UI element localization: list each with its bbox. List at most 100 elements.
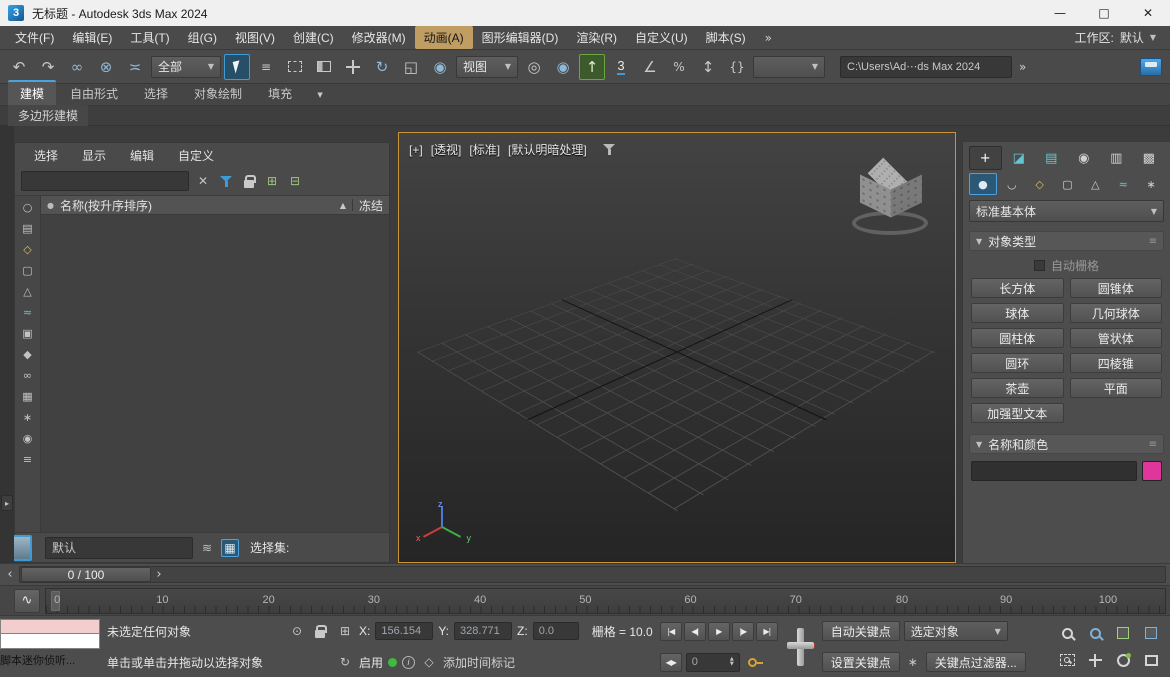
zoom-region-button[interactable] xyxy=(1054,648,1080,673)
zoom-button[interactable] xyxy=(1054,621,1080,646)
y-coordinate-field[interactable]: 328.771 xyxy=(454,622,513,640)
macro-recorder-line[interactable] xyxy=(0,619,100,634)
set-key-button[interactable]: 设置关键点 xyxy=(821,652,900,672)
rectangular-selection-region-button[interactable] xyxy=(282,54,308,80)
tab-hierarchy[interactable]: ▤ xyxy=(1036,146,1067,170)
menu-animation[interactable]: 动画(A) xyxy=(414,26,473,49)
angle-snap-toggle[interactable]: ∠ xyxy=(637,54,663,80)
pan-view-button[interactable] xyxy=(1082,648,1108,673)
sort-ascending-icon[interactable]: ▲ xyxy=(340,201,346,210)
tab-display[interactable]: ▥ xyxy=(1101,146,1132,170)
selection-lock-icon[interactable] xyxy=(311,622,329,640)
select-and-move-button[interactable] xyxy=(340,54,366,80)
undo-button[interactable]: ↶ xyxy=(6,54,32,80)
sub-systems[interactable]: ∗ xyxy=(1138,173,1164,195)
time-slider-track[interactable]: 0 / 100 › xyxy=(19,566,1166,583)
use-pivot-point-center-button[interactable]: ◎ xyxy=(521,54,547,80)
explorer-menu-customize[interactable]: 自定义 xyxy=(167,145,225,166)
perspective-viewport[interactable]: [+] [透视] [标准] [默认明暗处理] z x y xyxy=(398,132,956,563)
search-input[interactable] xyxy=(21,171,189,191)
menu-edit[interactable]: 编辑(E) xyxy=(63,26,121,49)
layer-explorer-icon[interactable]: ≋ xyxy=(198,539,216,557)
ribbon-tab-populate[interactable]: 填充 xyxy=(256,82,304,105)
transform-typein-toggle-icon[interactable]: ⊞ xyxy=(336,622,354,640)
rollout-name-color[interactable]: ▼ 名称和颜色 ≡ xyxy=(969,434,1164,454)
save-workspace-button[interactable] xyxy=(1138,54,1164,80)
sub-helpers[interactable]: △ xyxy=(1082,173,1108,195)
object-type-geosphere[interactable]: 几何球体 xyxy=(1069,303,1162,323)
play-animation-button[interactable]: ▶ xyxy=(707,621,730,641)
info-icon[interactable]: i xyxy=(402,655,416,669)
zoom-extents-all-button[interactable] xyxy=(1138,621,1164,646)
next-frame-button[interactable]: |▶ xyxy=(731,621,754,641)
explorer-preset-combo[interactable]: 默认 xyxy=(45,536,193,559)
selection-key-combo[interactable]: 选定对象 ▼ xyxy=(903,621,1008,641)
menu-views[interactable]: 视图(V) xyxy=(226,26,284,49)
name-column-header[interactable]: 名称(按升序排序) xyxy=(60,197,152,214)
primitive-category-dropdown[interactable]: 标准基本体 ▼ xyxy=(969,200,1164,222)
go-to-end-button[interactable]: ▶| xyxy=(755,621,778,641)
named-selection-sets-dropdown[interactable]: ▼ xyxy=(753,55,825,78)
object-type-torus[interactable]: 圆环 xyxy=(971,353,1064,373)
per-view-filter-icon[interactable] xyxy=(602,143,616,156)
viewport-standard-menu[interactable]: [标准] xyxy=(469,141,500,158)
select-link-button[interactable]: ∞ xyxy=(64,54,90,80)
window-crossing-toggle[interactable] xyxy=(311,54,337,80)
edit-named-selection-sets-button[interactable]: {} xyxy=(724,54,750,80)
previous-frame-button[interactable]: ◀| xyxy=(683,621,706,641)
track-bar-ruler[interactable]: 0 10 20 30 40 50 60 70 80 90 100 xyxy=(45,587,1166,614)
explorer-menu-select[interactable]: 选择 xyxy=(23,145,69,166)
filter-button[interactable] xyxy=(217,172,235,190)
isolate-selection-icon[interactable]: ⊙ xyxy=(288,622,306,640)
menu-create[interactable]: 创建(C) xyxy=(284,26,343,49)
menu-customize[interactable]: 自定义(U) xyxy=(626,26,697,49)
adaptive-degradation-icon[interactable]: ↻ xyxy=(336,653,354,671)
zoom-extents-button[interactable] xyxy=(1110,621,1136,646)
tab-motion[interactable]: ◉ xyxy=(1069,146,1100,170)
filter-bones-icon[interactable]: ∞ xyxy=(19,367,37,384)
clear-search-button[interactable]: ✕ xyxy=(194,172,212,190)
ribbon-tab-object-paint[interactable]: 对象绘制 xyxy=(182,82,254,105)
explorer-menu-edit[interactable]: 编辑 xyxy=(119,145,165,166)
keyboard-shortcut-override-toggle[interactable]: ↑ xyxy=(579,53,605,80)
filter-materials-icon[interactable]: ≡ xyxy=(19,451,37,468)
bind-to-space-warp-button[interactable]: ≍ xyxy=(122,54,148,80)
select-object-button[interactable] xyxy=(224,53,250,80)
filter-display-all-icon[interactable]: ○ xyxy=(19,199,37,216)
filter-groups-icon[interactable]: ▣ xyxy=(19,325,37,342)
spinner-snap-toggle[interactable]: ↕ xyxy=(695,54,721,80)
select-and-scale-button[interactable]: ◱ xyxy=(398,54,424,80)
key-mode-toggle[interactable]: ◀▶ xyxy=(659,652,682,672)
unlink-selection-button[interactable]: ⊗ xyxy=(93,54,119,80)
ribbon-options-button[interactable]: ▼ xyxy=(310,87,330,103)
column-divider[interactable] xyxy=(351,199,353,211)
filter-lights-icon[interactable]: ◇ xyxy=(19,241,37,258)
rollout-object-type[interactable]: ▼ 对象类型 ≡ xyxy=(969,231,1164,251)
key-icon-button[interactable] xyxy=(744,653,764,671)
ribbon-panel-polygon-modeling[interactable]: 多边形建模 xyxy=(8,105,89,126)
tab-create[interactable]: + xyxy=(969,146,1002,170)
maximize-button[interactable]: □ xyxy=(1082,0,1126,26)
z-coordinate-field[interactable]: 0.0 xyxy=(532,622,579,640)
orbit-button[interactable] xyxy=(1110,648,1136,673)
zoom-all-button[interactable] xyxy=(1082,621,1108,646)
sub-cameras[interactable]: ▢ xyxy=(1055,173,1081,195)
maxscript-mini-listener[interactable]: 脚本迷你侦听... xyxy=(0,619,100,674)
object-type-plane[interactable]: 平面 xyxy=(1069,378,1162,398)
set-keys-button[interactable] xyxy=(785,626,815,668)
collapse-all-button[interactable]: ⊟ xyxy=(286,172,304,190)
expand-panel-button[interactable]: ▸ xyxy=(1,495,13,511)
object-type-tube[interactable]: 管状体 xyxy=(1069,328,1162,348)
filter-hidden-icon[interactable]: ◉ xyxy=(19,430,37,447)
object-type-text-plus[interactable]: 加强型文本 xyxy=(971,403,1064,423)
object-type-pyramid[interactable]: 四棱锥 xyxy=(1069,353,1162,373)
select-and-manipulate-button[interactable]: ◉ xyxy=(550,54,576,80)
explorer-menu-display[interactable]: 显示 xyxy=(71,145,117,166)
go-to-start-button[interactable]: |◀ xyxy=(659,621,682,641)
add-time-tag-label[interactable]: 添加时间标记 xyxy=(443,654,515,671)
workspace-value[interactable]: 默认 xyxy=(1120,29,1144,46)
mini-curve-editor-button[interactable]: ∿ xyxy=(14,588,40,613)
reference-coordinate-system-dropdown[interactable]: 视图 ▼ xyxy=(456,55,518,78)
rollout-grip-icon[interactable]: ≡ xyxy=(1149,439,1157,450)
spin-down-icon[interactable]: ▼ xyxy=(730,662,734,667)
